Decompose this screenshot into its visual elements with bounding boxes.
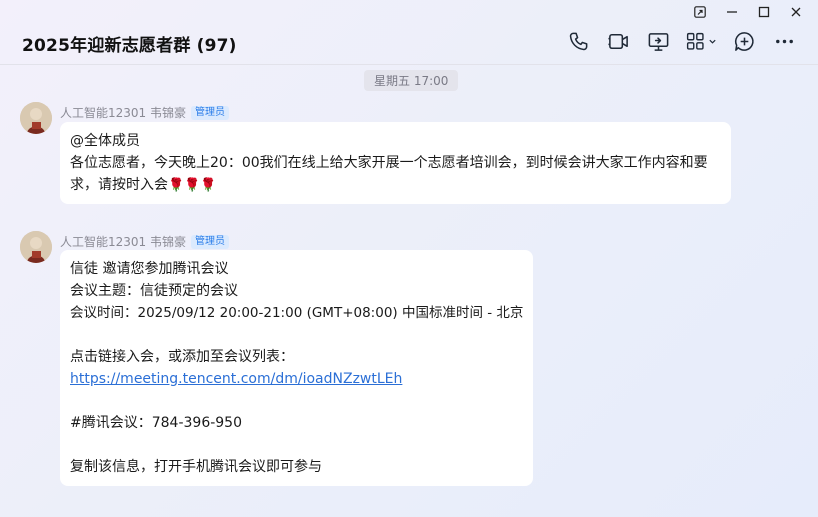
add-button[interactable] <box>724 28 764 54</box>
title-bar: 2025年迎新志愿者群 (97) <box>0 0 818 64</box>
screen-share-button[interactable] <box>638 28 678 54</box>
avatar-image <box>20 231 52 263</box>
avatar-image <box>20 102 52 134</box>
message-bubble[interactable]: 信徒 邀请您参加腾讯会议 会议主题：信徒预定的会议 会议时间：2025/09/1… <box>60 250 533 486</box>
sender-info: 人工智能12301 韦锦豪 管理员 <box>60 233 229 250</box>
message-item: 人工智能12301 韦锦豪 管理员 信徒 邀请您参加腾讯会议 会议主题：信徒预定… <box>20 231 540 489</box>
apps-icon <box>686 32 704 50</box>
apps-menu-button[interactable] <box>678 28 724 54</box>
join-instruction: 点击链接入会，或添加至会议列表： <box>70 349 294 365</box>
sender-info: 人工智能12301 韦锦豪 管理员 <box>60 104 229 121</box>
mention-all-text: @全体成员 <box>70 133 140 149</box>
admin-badge: 管理员 <box>191 105 229 120</box>
message-body: 各位志愿者，今天晚上20：00我们在线上给大家开展一个志愿者培训会，到时候会讲大… <box>70 155 708 193</box>
meeting-topic: 会议主题：信徒预定的会议 <box>70 283 238 299</box>
message-text: 各位志愿者，今天晚上20：00我们在线上给大家开展一个志愿者培训会，到时候会讲大… <box>70 152 721 197</box>
pin-icon <box>694 6 706 18</box>
message-bubble[interactable]: @全体成员 各位志愿者，今天晚上20：00我们在线上给大家开展一个志愿者培训会，… <box>60 122 731 204</box>
chat-title: 2025年迎新志愿者群 (97) <box>22 36 237 56</box>
meeting-id: #腾讯会议：784-396-950 <box>70 415 242 431</box>
more-button[interactable] <box>764 28 804 54</box>
video-call-icon <box>607 33 628 49</box>
copy-instruction: 复制该信息，打开手机腾讯会议即可参与 <box>70 459 322 475</box>
video-call-button[interactable] <box>598 28 638 54</box>
phone-icon <box>569 32 587 50</box>
maximize-button[interactable] <box>748 2 780 22</box>
avatar[interactable] <box>20 102 52 134</box>
maximize-icon <box>758 6 770 18</box>
chevron-down-icon <box>709 39 716 44</box>
message-timestamp: 星期五 17:00 <box>364 70 459 91</box>
rose-emoji: 🌹🌹🌹 <box>168 178 217 193</box>
meeting-link[interactable]: https://meeting.tencent.com/dm/ioadNZzwt… <box>70 371 402 387</box>
minimize-button[interactable] <box>716 2 748 22</box>
avatar[interactable] <box>20 231 52 263</box>
close-button[interactable] <box>780 2 812 22</box>
screen-share-icon <box>648 32 668 51</box>
meeting-time: 会议时间：2025/09/12 20:00-21:00 (GMT+08:00) … <box>70 305 524 321</box>
more-icon <box>775 39 793 43</box>
voice-call-button[interactable] <box>558 28 598 54</box>
pin-window-button[interactable] <box>684 2 716 22</box>
minimize-icon <box>727 11 737 13</box>
sender-name[interactable]: 人工智能12301 韦锦豪 <box>60 104 186 121</box>
message-item: 人工智能12301 韦锦豪 管理员 @全体成员 各位志愿者，今天晚上20：00我… <box>20 102 740 206</box>
window-controls <box>684 2 812 22</box>
invite-line: 信徒 邀请您参加腾讯会议 <box>70 261 229 277</box>
header-divider <box>0 64 818 65</box>
add-icon <box>734 31 754 51</box>
chat-toolbar <box>558 28 804 54</box>
admin-badge: 管理员 <box>191 234 229 249</box>
close-icon <box>791 7 801 17</box>
sender-name[interactable]: 人工智能12301 韦锦豪 <box>60 233 186 250</box>
